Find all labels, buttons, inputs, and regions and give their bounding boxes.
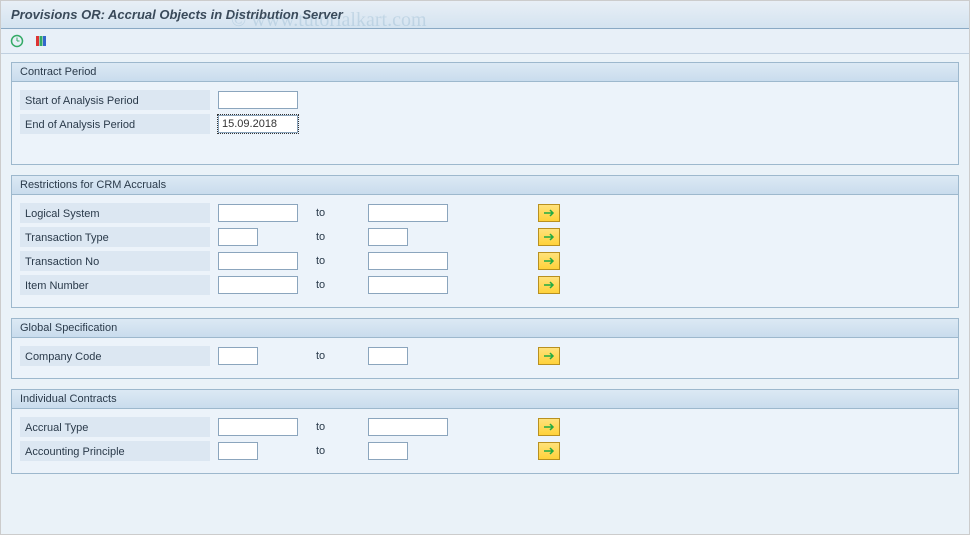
- accrual-type-to[interactable]: [368, 418, 448, 436]
- logical-system-label: Logical System: [20, 203, 210, 223]
- logical-system-to[interactable]: [368, 204, 448, 222]
- to-label: to: [308, 350, 368, 362]
- transaction-type-from[interactable]: [218, 228, 258, 246]
- group-restrictions: Restrictions for CRM Accruals Logical Sy…: [11, 175, 959, 308]
- variant-icon[interactable]: [33, 33, 49, 49]
- to-label: to: [308, 231, 368, 243]
- group-header-restrictions: Restrictions for CRM Accruals: [12, 176, 958, 195]
- accounting-principle-from[interactable]: [218, 442, 258, 460]
- to-label: to: [308, 445, 368, 457]
- transaction-type-label: Transaction Type: [20, 227, 210, 247]
- accrual-type-label: Accrual Type: [20, 417, 210, 437]
- to-label: to: [308, 255, 368, 267]
- company-code-multi-button[interactable]: [538, 347, 560, 365]
- company-code-from[interactable]: [218, 347, 258, 365]
- accounting-principle-label: Accounting Principle: [20, 441, 210, 461]
- logical-system-multi-button[interactable]: [538, 204, 560, 222]
- item-number-label: Item Number: [20, 275, 210, 295]
- start-analysis-input[interactable]: [218, 91, 298, 109]
- transaction-no-label: Transaction No: [20, 251, 210, 271]
- group-individual: Individual Contracts Accrual Type to Acc…: [11, 389, 959, 474]
- item-number-to[interactable]: [368, 276, 448, 294]
- accrual-type-multi-button[interactable]: [538, 418, 560, 436]
- page-title: Provisions OR: Accrual Objects in Distri…: [11, 7, 343, 22]
- company-code-label: Company Code: [20, 346, 210, 366]
- item-number-from[interactable]: [218, 276, 298, 294]
- to-label: to: [308, 279, 368, 291]
- title-bar: Provisions OR: Accrual Objects in Distri…: [1, 1, 969, 29]
- transaction-no-multi-button[interactable]: [538, 252, 560, 270]
- transaction-no-to[interactable]: [368, 252, 448, 270]
- end-analysis-input[interactable]: [218, 115, 298, 133]
- toolbar: © www.tutorialkart.com: [1, 29, 969, 54]
- transaction-type-to[interactable]: [368, 228, 408, 246]
- start-analysis-label: Start of Analysis Period: [20, 90, 210, 110]
- company-code-to[interactable]: [368, 347, 408, 365]
- group-header-contract: Contract Period: [12, 63, 958, 82]
- logical-system-from[interactable]: [218, 204, 298, 222]
- execute-icon[interactable]: [9, 33, 25, 49]
- to-label: to: [308, 207, 368, 219]
- to-label: to: [308, 421, 368, 433]
- content-area: Contract Period Start of Analysis Period…: [1, 54, 969, 492]
- accounting-principle-multi-button[interactable]: [538, 442, 560, 460]
- accrual-type-from[interactable]: [218, 418, 298, 436]
- group-global: Global Specification Company Code to: [11, 318, 959, 379]
- transaction-type-multi-button[interactable]: [538, 228, 560, 246]
- group-header-global: Global Specification: [12, 319, 958, 338]
- group-header-individual: Individual Contracts: [12, 390, 958, 409]
- end-analysis-label: End of Analysis Period: [20, 114, 210, 134]
- group-contract-period: Contract Period Start of Analysis Period…: [11, 62, 959, 165]
- accounting-principle-to[interactable]: [368, 442, 408, 460]
- item-number-multi-button[interactable]: [538, 276, 560, 294]
- transaction-no-from[interactable]: [218, 252, 298, 270]
